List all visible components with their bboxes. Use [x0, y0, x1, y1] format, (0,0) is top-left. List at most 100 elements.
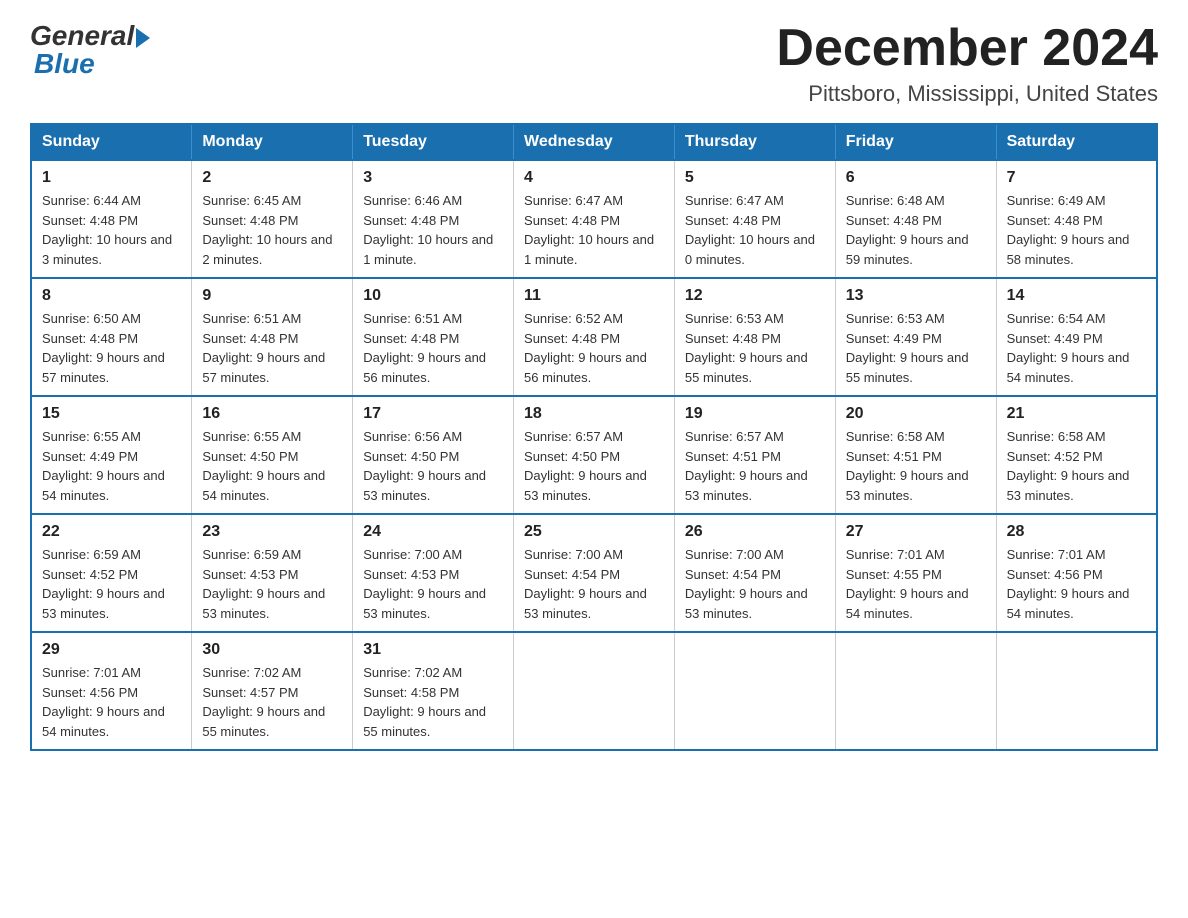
weekday-header-tuesday: Tuesday: [353, 124, 514, 160]
weekday-header-wednesday: Wednesday: [514, 124, 675, 160]
calendar-cell: 26 Sunrise: 7:00 AMSunset: 4:54 PMDaylig…: [674, 514, 835, 632]
calendar-cell: 17 Sunrise: 6:56 AMSunset: 4:50 PMDaylig…: [353, 396, 514, 514]
weekday-header-saturday: Saturday: [996, 124, 1157, 160]
location-text: Pittsboro, Mississippi, United States: [776, 81, 1158, 107]
calendar-cell: [835, 632, 996, 750]
weekday-header-sunday: Sunday: [31, 124, 192, 160]
calendar-week-4: 22 Sunrise: 6:59 AMSunset: 4:52 PMDaylig…: [31, 514, 1157, 632]
calendar-cell: 27 Sunrise: 7:01 AMSunset: 4:55 PMDaylig…: [835, 514, 996, 632]
day-number: 19: [685, 405, 825, 423]
calendar-table: SundayMondayTuesdayWednesdayThursdayFrid…: [30, 123, 1158, 751]
calendar-cell: 13 Sunrise: 6:53 AMSunset: 4:49 PMDaylig…: [835, 278, 996, 396]
day-number: 13: [846, 287, 986, 305]
day-number: 23: [202, 523, 342, 541]
weekday-header-monday: Monday: [192, 124, 353, 160]
calendar-cell: 9 Sunrise: 6:51 AMSunset: 4:48 PMDayligh…: [192, 278, 353, 396]
day-info: Sunrise: 7:01 AMSunset: 4:56 PMDaylight:…: [42, 663, 181, 741]
calendar-cell: 20 Sunrise: 6:58 AMSunset: 4:51 PMDaylig…: [835, 396, 996, 514]
calendar-week-2: 8 Sunrise: 6:50 AMSunset: 4:48 PMDayligh…: [31, 278, 1157, 396]
day-number: 17: [363, 405, 503, 423]
calendar-cell: 19 Sunrise: 6:57 AMSunset: 4:51 PMDaylig…: [674, 396, 835, 514]
day-number: 22: [42, 523, 181, 541]
calendar-cell: 18 Sunrise: 6:57 AMSunset: 4:50 PMDaylig…: [514, 396, 675, 514]
calendar-week-5: 29 Sunrise: 7:01 AMSunset: 4:56 PMDaylig…: [31, 632, 1157, 750]
day-info: Sunrise: 6:50 AMSunset: 4:48 PMDaylight:…: [42, 309, 181, 387]
day-info: Sunrise: 6:45 AMSunset: 4:48 PMDaylight:…: [202, 191, 342, 269]
calendar-cell: [674, 632, 835, 750]
day-info: Sunrise: 7:00 AMSunset: 4:53 PMDaylight:…: [363, 545, 503, 623]
day-info: Sunrise: 6:46 AMSunset: 4:48 PMDaylight:…: [363, 191, 503, 269]
calendar-cell: 23 Sunrise: 6:59 AMSunset: 4:53 PMDaylig…: [192, 514, 353, 632]
calendar-body: 1 Sunrise: 6:44 AMSunset: 4:48 PMDayligh…: [31, 160, 1157, 750]
day-number: 16: [202, 405, 342, 423]
day-number: 11: [524, 287, 664, 305]
calendar-cell: 12 Sunrise: 6:53 AMSunset: 4:48 PMDaylig…: [674, 278, 835, 396]
calendar-cell: 16 Sunrise: 6:55 AMSunset: 4:50 PMDaylig…: [192, 396, 353, 514]
calendar-cell: 25 Sunrise: 7:00 AMSunset: 4:54 PMDaylig…: [514, 514, 675, 632]
day-number: 8: [42, 287, 181, 305]
day-number: 5: [685, 169, 825, 187]
day-info: Sunrise: 6:52 AMSunset: 4:48 PMDaylight:…: [524, 309, 664, 387]
calendar-cell: 7 Sunrise: 6:49 AMSunset: 4:48 PMDayligh…: [996, 160, 1157, 278]
day-number: 25: [524, 523, 664, 541]
calendar-cell: 31 Sunrise: 7:02 AMSunset: 4:58 PMDaylig…: [353, 632, 514, 750]
calendar-cell: 4 Sunrise: 6:47 AMSunset: 4:48 PMDayligh…: [514, 160, 675, 278]
day-number: 26: [685, 523, 825, 541]
day-info: Sunrise: 6:59 AMSunset: 4:52 PMDaylight:…: [42, 545, 181, 623]
day-number: 6: [846, 169, 986, 187]
page-header: General Blue December 2024 Pittsboro, Mi…: [30, 20, 1158, 107]
day-number: 10: [363, 287, 503, 305]
day-info: Sunrise: 7:02 AMSunset: 4:57 PMDaylight:…: [202, 663, 342, 741]
day-info: Sunrise: 6:44 AMSunset: 4:48 PMDaylight:…: [42, 191, 181, 269]
day-number: 7: [1007, 169, 1146, 187]
day-number: 20: [846, 405, 986, 423]
calendar-cell: 5 Sunrise: 6:47 AMSunset: 4:48 PMDayligh…: [674, 160, 835, 278]
day-info: Sunrise: 6:55 AMSunset: 4:50 PMDaylight:…: [202, 427, 342, 505]
calendar-cell: 6 Sunrise: 6:48 AMSunset: 4:48 PMDayligh…: [835, 160, 996, 278]
day-info: Sunrise: 6:53 AMSunset: 4:48 PMDaylight:…: [685, 309, 825, 387]
calendar-header-row: SundayMondayTuesdayWednesdayThursdayFrid…: [31, 124, 1157, 160]
day-info: Sunrise: 6:54 AMSunset: 4:49 PMDaylight:…: [1007, 309, 1146, 387]
logo-arrow-icon: [136, 28, 150, 48]
weekday-header-thursday: Thursday: [674, 124, 835, 160]
day-info: Sunrise: 6:49 AMSunset: 4:48 PMDaylight:…: [1007, 191, 1146, 269]
day-info: Sunrise: 6:51 AMSunset: 4:48 PMDaylight:…: [363, 309, 503, 387]
weekday-header-friday: Friday: [835, 124, 996, 160]
day-info: Sunrise: 7:01 AMSunset: 4:56 PMDaylight:…: [1007, 545, 1146, 623]
calendar-cell: 24 Sunrise: 7:00 AMSunset: 4:53 PMDaylig…: [353, 514, 514, 632]
calendar-week-1: 1 Sunrise: 6:44 AMSunset: 4:48 PMDayligh…: [31, 160, 1157, 278]
day-info: Sunrise: 7:01 AMSunset: 4:55 PMDaylight:…: [846, 545, 986, 623]
calendar-week-3: 15 Sunrise: 6:55 AMSunset: 4:49 PMDaylig…: [31, 396, 1157, 514]
day-number: 24: [363, 523, 503, 541]
calendar-cell: 22 Sunrise: 6:59 AMSunset: 4:52 PMDaylig…: [31, 514, 192, 632]
day-number: 21: [1007, 405, 1146, 423]
day-info: Sunrise: 7:00 AMSunset: 4:54 PMDaylight:…: [685, 545, 825, 623]
day-number: 2: [202, 169, 342, 187]
calendar-cell: [514, 632, 675, 750]
calendar-cell: 14 Sunrise: 6:54 AMSunset: 4:49 PMDaylig…: [996, 278, 1157, 396]
day-info: Sunrise: 6:48 AMSunset: 4:48 PMDaylight:…: [846, 191, 986, 269]
day-number: 15: [42, 405, 181, 423]
day-info: Sunrise: 6:47 AMSunset: 4:48 PMDaylight:…: [685, 191, 825, 269]
calendar-cell: 8 Sunrise: 6:50 AMSunset: 4:48 PMDayligh…: [31, 278, 192, 396]
day-info: Sunrise: 6:58 AMSunset: 4:52 PMDaylight:…: [1007, 427, 1146, 505]
day-info: Sunrise: 6:57 AMSunset: 4:50 PMDaylight:…: [524, 427, 664, 505]
day-number: 12: [685, 287, 825, 305]
day-number: 3: [363, 169, 503, 187]
day-number: 4: [524, 169, 664, 187]
calendar-cell: 11 Sunrise: 6:52 AMSunset: 4:48 PMDaylig…: [514, 278, 675, 396]
calendar-cell: 21 Sunrise: 6:58 AMSunset: 4:52 PMDaylig…: [996, 396, 1157, 514]
day-number: 29: [42, 641, 181, 659]
title-block: December 2024 Pittsboro, Mississippi, Un…: [776, 20, 1158, 107]
day-number: 9: [202, 287, 342, 305]
calendar-cell: [996, 632, 1157, 750]
calendar-cell: 10 Sunrise: 6:51 AMSunset: 4:48 PMDaylig…: [353, 278, 514, 396]
day-info: Sunrise: 7:00 AMSunset: 4:54 PMDaylight:…: [524, 545, 664, 623]
calendar-cell: 1 Sunrise: 6:44 AMSunset: 4:48 PMDayligh…: [31, 160, 192, 278]
calendar-header: SundayMondayTuesdayWednesdayThursdayFrid…: [31, 124, 1157, 160]
calendar-cell: 3 Sunrise: 6:46 AMSunset: 4:48 PMDayligh…: [353, 160, 514, 278]
day-info: Sunrise: 6:58 AMSunset: 4:51 PMDaylight:…: [846, 427, 986, 505]
calendar-cell: 15 Sunrise: 6:55 AMSunset: 4:49 PMDaylig…: [31, 396, 192, 514]
day-info: Sunrise: 6:59 AMSunset: 4:53 PMDaylight:…: [202, 545, 342, 623]
day-number: 28: [1007, 523, 1146, 541]
